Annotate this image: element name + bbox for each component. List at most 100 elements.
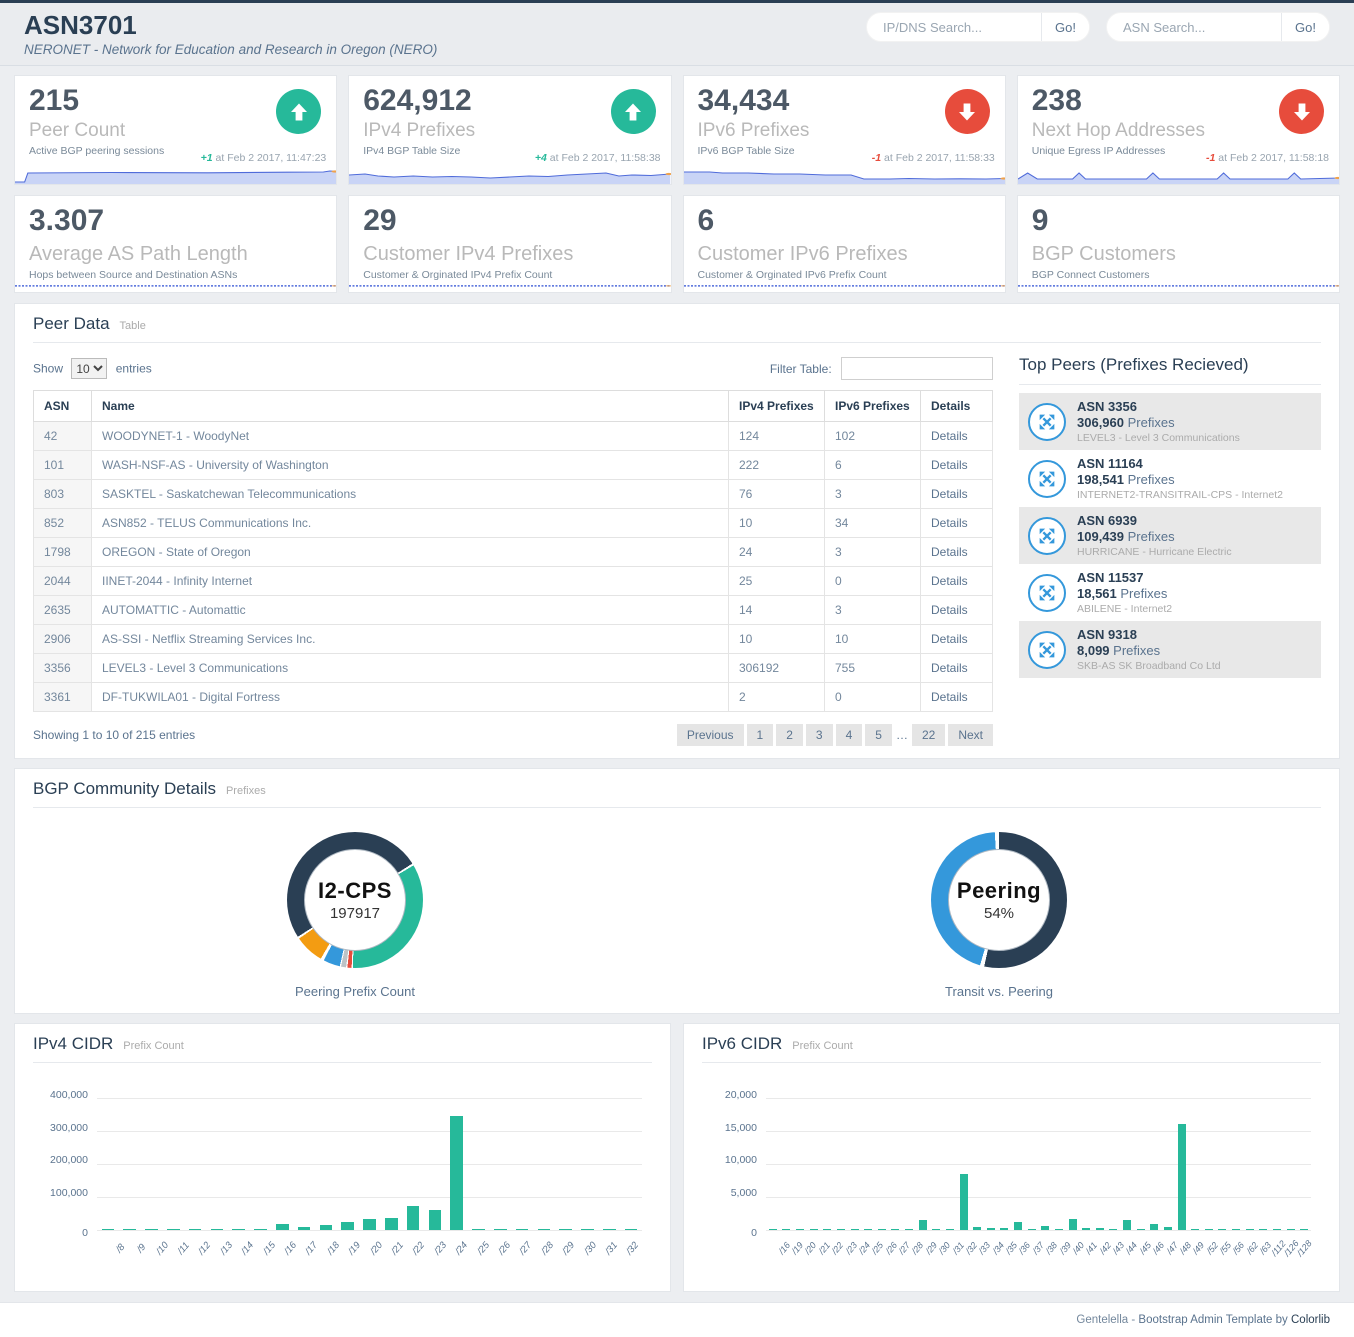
bar-12 <box>189 1229 202 1230</box>
bar-49 <box>1191 1229 1199 1230</box>
pagination-page-2[interactable]: 2 <box>776 724 803 746</box>
bar-slot <box>271 1098 293 1230</box>
stat-card-bgp-customers: 9BGP CustomersBGP Connect Customers <box>1017 195 1340 293</box>
x-tick: /17 <box>300 1239 321 1273</box>
top-peer-name: INTERNET2-TRANSITRAIL-CPS - Internet2 <box>1077 489 1283 501</box>
asn-search-go-button[interactable]: Go! <box>1281 13 1329 41</box>
footer-template-link[interactable]: Bootstrap Admin Template by <box>1138 1314 1291 1326</box>
x-tick: /32 <box>963 1239 976 1273</box>
stat-value: 6 <box>698 204 991 239</box>
bar-slot <box>1229 1098 1243 1230</box>
filter-table-input[interactable] <box>841 357 993 380</box>
column-header-ipv6-prefixes[interactable]: IPv6 Prefixes <box>825 391 921 422</box>
top-peer-prefix-count: 198,541 Prefixes <box>1077 472 1283 487</box>
bar-20 <box>796 1229 804 1230</box>
ipv6_cidr-y-axis: 20,00015,00010,0005,0000 <box>702 1093 766 1235</box>
y-tick-label: 300,000 <box>50 1122 88 1134</box>
x-tick-label: /20 <box>368 1240 385 1257</box>
cell-asn: 101 <box>34 451 92 480</box>
gridline <box>766 1230 1311 1231</box>
x-tick-label: /15 <box>261 1240 278 1257</box>
trend-down-icon <box>945 89 990 134</box>
details-link[interactable]: Details <box>931 574 968 588</box>
x-tick: /38 <box>1044 1239 1057 1273</box>
stat-change-timestamp: +4 at Feb 2 2017, 11:58:38 <box>535 152 661 164</box>
stat-card-next-hop-addresses: 238Next Hop AddressesUnique Egress IP Ad… <box>1017 75 1340 185</box>
bar-slot <box>1257 1098 1271 1230</box>
x-tick: /126 <box>1284 1239 1297 1273</box>
bar-42 <box>1096 1228 1104 1230</box>
cell-ipv4-prefixes: 10 <box>729 625 825 654</box>
pagination-previous-button[interactable]: Previous <box>677 724 744 746</box>
bar-slot <box>889 1098 903 1230</box>
ipv6-cidr-panel: IPv6 CIDR Prefix Count 20,00015,00010,00… <box>683 1023 1340 1292</box>
x-tick: /16 <box>776 1239 789 1273</box>
ipv4-cidr-subtitle: Prefix Count <box>123 1040 184 1052</box>
details-link[interactable]: Details <box>931 516 968 530</box>
x-tick: /46 <box>1151 1239 1164 1273</box>
details-link[interactable]: Details <box>931 545 968 559</box>
footer-author-link[interactable]: Colorlib <box>1291 1314 1330 1326</box>
column-header-ipv4-prefixes[interactable]: IPv4 Prefixes <box>729 391 825 422</box>
bar-34 <box>987 1228 995 1230</box>
pagination-page-1[interactable]: 1 <box>747 724 774 746</box>
column-header-asn[interactable]: ASN <box>34 391 92 422</box>
trend-up-icon <box>611 89 656 134</box>
ip-dns-search-go-button[interactable]: Go! <box>1041 13 1089 41</box>
cell-details: Details <box>921 567 993 596</box>
details-link[interactable]: Details <box>931 603 968 617</box>
bar-slot <box>424 1098 446 1230</box>
top-peer-item[interactable]: ASN 3356306,960 PrefixesLEVEL3 - Level 3… <box>1019 393 1321 450</box>
pagination-page-3[interactable]: 3 <box>806 724 833 746</box>
top-peer-text: ASN 11164198,541 PrefixesINTERNET2-TRANS… <box>1077 456 1283 501</box>
bar-slot <box>1243 1098 1257 1230</box>
bar-slot <box>1188 1098 1202 1230</box>
page-length-select[interactable]: 10 <box>71 358 107 379</box>
ipv4_cidr-x-axis: /8/9/10/11/12/13/14/15/16/17/18/19/20/21… <box>107 1239 652 1273</box>
top-peer-prefix-suffix: Prefixes <box>1128 472 1175 487</box>
x-tick: /32 <box>621 1239 642 1273</box>
details-link[interactable]: Details <box>931 661 968 675</box>
x-tick: /112 <box>1271 1239 1284 1273</box>
top-peer-item[interactable]: ASN 1153718,561 PrefixesABILENE - Intern… <box>1019 564 1321 621</box>
asn-search-input[interactable] <box>1107 13 1281 41</box>
bar-25 <box>864 1229 872 1230</box>
stat-card-customer-ipv6-prefixes: 6Customer IPv6 PrefixesCustomer & Orgina… <box>683 195 1006 293</box>
stat-sublabel: Customer & Orginated IPv6 Prefix Count <box>698 269 991 281</box>
bar-45 <box>1137 1229 1145 1230</box>
details-link[interactable]: Details <box>931 690 968 704</box>
bar-29 <box>919 1220 927 1230</box>
cell-ipv4-prefixes: 14 <box>729 596 825 625</box>
bar-52 <box>1205 1229 1213 1230</box>
details-link[interactable]: Details <box>931 632 968 646</box>
bar-slot <box>1297 1098 1311 1230</box>
details-link[interactable]: Details <box>931 487 968 501</box>
sparkline-chart <box>1018 284 1339 292</box>
x-tick-label: /24 <box>453 1240 470 1257</box>
details-link[interactable]: Details <box>931 458 968 472</box>
top-peer-item[interactable]: ASN 93188,099 PrefixesSKB-AS SK Broadban… <box>1019 621 1321 678</box>
y-tick-label: 100,000 <box>50 1187 88 1199</box>
column-header-details[interactable]: Details <box>921 391 993 422</box>
top-peer-item[interactable]: ASN 6939109,439 PrefixesHURRICANE - Hurr… <box>1019 507 1321 564</box>
ip-dns-search-input[interactable] <box>867 13 1041 41</box>
x-tick-label: /12 <box>196 1240 213 1257</box>
pagination-page-4[interactable]: 4 <box>836 724 863 746</box>
bar-slot <box>598 1098 620 1230</box>
stat-card-ipv6-prefixes: 34,434IPv6 PrefixesIPv6 BGP Table Size-1… <box>683 75 1006 185</box>
table-row: 3361DF-TUKWILA01 - Digital Fortress20Det… <box>34 683 993 712</box>
cell-ipv4-prefixes: 222 <box>729 451 825 480</box>
bar-slot <box>97 1098 119 1230</box>
column-header-name[interactable]: Name <box>92 391 729 422</box>
top-peer-item[interactable]: ASN 11164198,541 PrefixesINTERNET2-TRANS… <box>1019 450 1321 507</box>
cell-ipv6-prefixes: 10 <box>825 625 921 654</box>
table-row: 803SASKTEL - Saskatchewan Telecommunicat… <box>34 480 993 509</box>
details-link[interactable]: Details <box>931 429 968 443</box>
pagination-next-button[interactable]: Next <box>948 724 993 746</box>
top-peer-text: ASN 3356306,960 PrefixesLEVEL3 - Level 3… <box>1077 399 1240 444</box>
gridline <box>97 1230 642 1231</box>
x-tick: /28 <box>535 1239 556 1273</box>
y-tick-label: 5,000 <box>731 1187 757 1199</box>
pagination-page-22[interactable]: 22 <box>912 724 945 746</box>
pagination-page-5[interactable]: 5 <box>865 724 892 746</box>
